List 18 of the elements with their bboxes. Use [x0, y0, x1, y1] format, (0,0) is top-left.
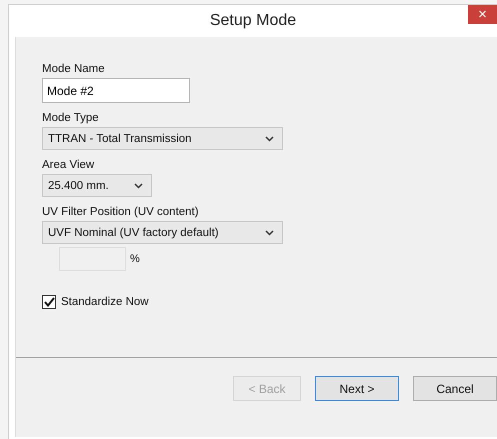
- chevron-down-icon: [134, 182, 143, 188]
- field-label: Area View: [42, 159, 94, 171]
- unit-label: %: [130, 253, 140, 265]
- mode-name-field[interactable]: Mode #2: [42, 78, 190, 103]
- field-label: UV Filter Position (UV content): [42, 206, 199, 218]
- field-label: Mode Name: [42, 63, 105, 75]
- cancel-button[interactable]: Cancel: [413, 376, 497, 401]
- field-label: Mode Type: [42, 112, 99, 124]
- checkbox-label: Standardize Now: [61, 296, 149, 308]
- checkbox[interactable]: [42, 295, 56, 309]
- chevron-down-icon: [265, 136, 274, 142]
- dropdown[interactable]: TTRAN - Total Transmission: [42, 127, 283, 150]
- window-title: Setup Mode: [210, 12, 296, 30]
- dropdown[interactable]: 25.400 mm.: [42, 174, 152, 197]
- dropdown[interactable]: UVF Nominal (UV factory default): [42, 221, 283, 244]
- chevron-down-icon: [265, 230, 274, 236]
- next-button[interactable]: Next >: [315, 376, 399, 401]
- close-button[interactable]: ×: [468, 5, 497, 24]
